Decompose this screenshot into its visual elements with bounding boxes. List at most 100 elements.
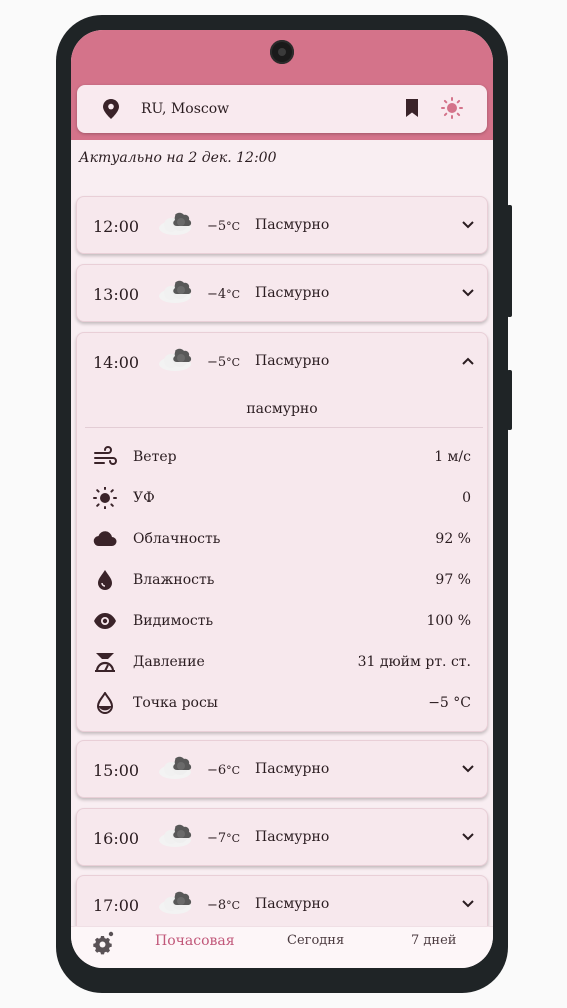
hour-time: 12:00 — [93, 217, 140, 236]
detail-row-uv: УФ 0 — [77, 478, 487, 518]
detail-value: 97 % — [435, 572, 471, 588]
overcast-cloud-icon — [157, 279, 197, 309]
overcast-cloud-icon — [157, 890, 197, 920]
hour-card[interactable]: 15:00 −6°C Пасмурно — [76, 740, 488, 798]
detail-row-cloudiness: Облачность 92 % — [77, 519, 487, 559]
hour-card[interactable]: 17:00 −8°C Пасмурно — [76, 875, 488, 926]
humidity-drop-icon — [93, 569, 117, 595]
hour-time: 16:00 — [93, 829, 140, 848]
detail-label: Облачность — [133, 531, 221, 547]
detail-label: УФ — [133, 490, 155, 506]
hour-condition: Пасмурно — [255, 896, 330, 912]
hour-temp: −5°C — [207, 355, 240, 370]
sun-icon[interactable] — [441, 97, 463, 123]
bookmark-icon[interactable] — [405, 99, 419, 121]
uv-sun-icon — [93, 486, 117, 513]
detail-row-humidity: Влажность 97 % — [77, 560, 487, 600]
cloud-icon — [93, 528, 117, 554]
detail-value: 31 дюйм рт. ст. — [357, 654, 471, 670]
detail-value: 92 % — [435, 531, 471, 547]
detail-label: Влажность — [133, 572, 215, 588]
detail-row-dew-point: Точка росы −5 °C — [77, 683, 487, 723]
hour-row[interactable]: 12:00 −5°C Пасмурно — [77, 197, 487, 253]
hour-card-expanded[interactable]: 14:00 −5°C Пасмурно пасмурно Ветер 1 м/с… — [76, 332, 488, 732]
hour-condition: Пасмурно — [255, 353, 330, 369]
detail-value: 1 м/с — [434, 449, 471, 465]
hour-temp: −6°C — [207, 763, 240, 778]
hour-condition: Пасмурно — [255, 217, 330, 233]
hour-condition: Пасмурно — [255, 761, 330, 777]
hour-temp: −8°C — [207, 898, 240, 913]
phone-side-button — [507, 370, 512, 430]
detail-value: 100 % — [426, 613, 471, 629]
tab-today[interactable]: Сегодня — [287, 933, 344, 948]
chevron-down-icon[interactable] — [461, 761, 475, 780]
hour-row[interactable]: 14:00 −5°C Пасмурно — [77, 333, 487, 389]
hour-row[interactable]: 16:00 −7°C Пасмурно — [77, 809, 487, 865]
phone-frame: RU, Moscow Актуально на 2 дек. 12:00 12:… — [56, 15, 508, 993]
hour-temp: −4°C — [207, 287, 240, 302]
wind-icon — [93, 446, 117, 472]
detail-label: Ветер — [133, 449, 177, 465]
detail-label: Давление — [133, 654, 205, 670]
temp-unit: °C — [226, 899, 241, 912]
detail-row-visibility: Видимость 100 % — [77, 601, 487, 641]
pressure-gauge-icon — [93, 651, 117, 677]
temp-unit: °C — [226, 832, 241, 845]
chevron-down-icon[interactable] — [461, 896, 475, 915]
detail-row-pressure: Давление 31 дюйм рт. ст. — [77, 642, 487, 682]
hour-time: 17:00 — [93, 896, 140, 915]
detail-row-wind: Ветер 1 м/с — [77, 437, 487, 477]
location-pin-icon[interactable] — [103, 99, 119, 123]
phone-side-button — [507, 205, 512, 317]
detail-label: Точка росы — [133, 695, 218, 711]
chevron-up-icon[interactable] — [461, 353, 475, 372]
overcast-cloud-icon — [157, 347, 197, 377]
hour-temp: −5°C — [207, 219, 240, 234]
detail-label: Видимость — [133, 613, 214, 629]
front-camera — [270, 40, 294, 64]
divider — [85, 427, 483, 428]
weather-description: пасмурно — [246, 401, 318, 417]
temp-value: −5 — [207, 219, 227, 234]
hour-row[interactable]: 13:00 −4°C Пасмурно — [77, 265, 487, 321]
hour-time: 14:00 — [93, 353, 140, 372]
temp-unit: °C — [226, 764, 241, 777]
temp-unit: °C — [226, 288, 241, 301]
overcast-cloud-icon — [157, 755, 197, 785]
chevron-down-icon[interactable] — [461, 829, 475, 848]
temp-value: −6 — [207, 763, 227, 778]
hour-row[interactable]: 15:00 −6°C Пасмурно — [77, 741, 487, 797]
detail-value: −5 °C — [428, 695, 471, 711]
overcast-cloud-icon — [157, 823, 197, 853]
temp-value: −7 — [207, 831, 227, 846]
hour-time: 15:00 — [93, 761, 140, 780]
detail-value: 0 — [462, 490, 471, 506]
temp-unit: °C — [226, 220, 241, 233]
hourly-forecast-list[interactable]: 12:00 −5°C Пасмурно 13:00 −4°C Пасмурно … — [71, 180, 493, 926]
location-search-bar[interactable]: RU, Moscow — [77, 85, 487, 133]
overcast-cloud-icon — [157, 211, 197, 241]
chevron-down-icon[interactable] — [461, 217, 475, 236]
hour-card[interactable]: 13:00 −4°C Пасмурно — [76, 264, 488, 322]
hour-temp: −7°C — [207, 831, 240, 846]
bottom-navigation: Почасовая Сегодня 7 дней — [71, 926, 493, 968]
hour-card[interactable]: 12:00 −5°C Пасмурно — [76, 196, 488, 254]
hour-condition: Пасмурно — [255, 829, 330, 845]
tab-7-days[interactable]: 7 дней — [411, 933, 456, 948]
temp-value: −8 — [207, 898, 227, 913]
eye-icon — [93, 610, 117, 636]
chevron-down-icon[interactable] — [461, 285, 475, 304]
temp-value: −4 — [207, 287, 227, 302]
app-screen: RU, Moscow Актуально на 2 дек. 12:00 12:… — [71, 30, 493, 968]
settings-gear-icon[interactable] — [91, 931, 115, 959]
hour-row[interactable]: 17:00 −8°C Пасмурно — [77, 876, 487, 926]
temp-value: −5 — [207, 355, 227, 370]
location-text[interactable]: RU, Moscow — [141, 101, 229, 117]
hour-time: 13:00 — [93, 285, 140, 304]
dew-point-icon — [93, 691, 117, 718]
tab-hourly[interactable]: Почасовая — [155, 933, 235, 949]
hour-card[interactable]: 16:00 −7°C Пасмурно — [76, 808, 488, 866]
hour-condition: Пасмурно — [255, 285, 330, 301]
updated-timestamp: Актуально на 2 дек. 12:00 — [79, 150, 277, 166]
